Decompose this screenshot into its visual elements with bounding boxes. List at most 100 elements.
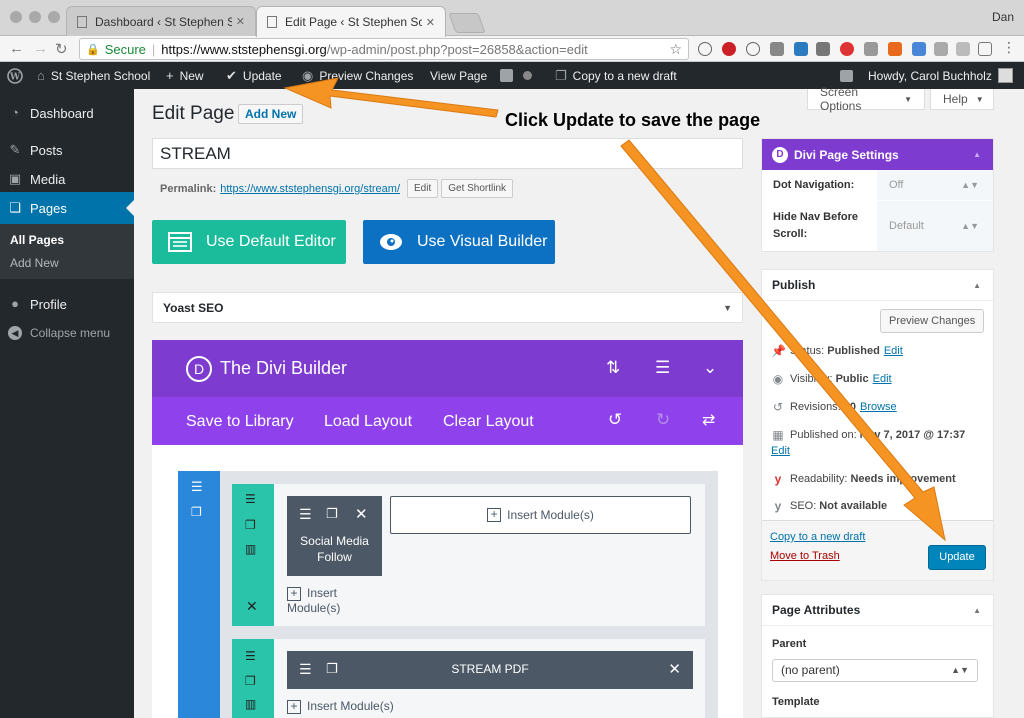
- yoast-icon[interactable]: [500, 62, 513, 89]
- admin-bar-preview[interactable]: ◉ Preview Changes: [302, 62, 413, 89]
- collapse-toggle-icon[interactable]: ▲: [973, 281, 981, 290]
- tab-edit-page[interactable]: Edit Page ‹ St Stephen School ✕: [256, 6, 446, 37]
- close-icon[interactable]: ✕: [426, 16, 435, 29]
- hide-nav-select[interactable]: Default ▲▼: [877, 201, 993, 251]
- chevron-down-icon[interactable]: ⌄: [703, 358, 717, 378]
- sidebar-item-media[interactable]: ▣ Media: [0, 163, 134, 195]
- page-attributes-header[interactable]: Page Attributes ▲: [762, 595, 993, 626]
- update-button[interactable]: Update: [928, 545, 986, 570]
- menu-icon[interactable]: ⋮: [1002, 39, 1016, 55]
- module-stream-pdf[interactable]: ☰ ❐ STREAM PDF ✕: [287, 651, 693, 689]
- insert-modules-button[interactable]: + Insert Module(s): [390, 496, 691, 534]
- hamburger-icon[interactable]: ☰: [191, 479, 203, 495]
- columns-icon[interactable]: ▥: [245, 697, 256, 711]
- undo-icon[interactable]: ↺: [608, 410, 622, 430]
- duplicate-icon[interactable]: ❐: [191, 505, 202, 519]
- extension-icon[interactable]: [912, 42, 926, 56]
- collapse-toggle-icon[interactable]: ▲: [973, 606, 981, 615]
- browse-revisions-link[interactable]: Browse: [860, 401, 897, 413]
- sidebar-item-posts[interactable]: ✎ Posts: [0, 134, 134, 166]
- collapse-menu[interactable]: ◀ Collapse menu: [8, 326, 110, 340]
- forward-icon[interactable]: →: [33, 40, 48, 57]
- hamburger-icon[interactable]: ☰: [299, 506, 312, 523]
- preview-changes-button[interactable]: Preview Changes: [880, 309, 985, 333]
- adblock-icon[interactable]: [840, 42, 854, 56]
- duplicate-icon[interactable]: ❐: [326, 506, 338, 522]
- screen-options-button[interactable]: Screen Options ▼: [807, 85, 925, 113]
- caret-down-icon[interactable]: ▼: [723, 303, 732, 313]
- delete-icon[interactable]: ✕: [246, 598, 258, 615]
- permalink-link[interactable]: https://www.ststephensgi.org/stream/: [220, 183, 400, 195]
- sidebar-item-dashboard[interactable]: ◔ Dashboard: [0, 97, 134, 129]
- back-icon[interactable]: ←: [9, 40, 24, 57]
- tab-dashboard[interactable]: Dashboard ‹ St Stephen School ✕: [66, 6, 256, 36]
- add-new-button[interactable]: Add New: [238, 104, 304, 124]
- hamburger-icon[interactable]: ☰: [245, 649, 256, 663]
- help-button[interactable]: Help ▼: [930, 89, 994, 110]
- close-icon[interactable]: ✕: [236, 15, 245, 28]
- admin-bar-view-page[interactable]: View Page: [430, 62, 487, 89]
- sidebar-item-profile[interactable]: ● Profile: [0, 288, 134, 320]
- publish-header[interactable]: Publish ▲: [762, 270, 993, 301]
- extension-icon[interactable]: [698, 42, 712, 56]
- post-title-input[interactable]: STREAM: [152, 138, 743, 169]
- columns-icon[interactable]: ▥: [245, 542, 256, 556]
- extension-icon[interactable]: [888, 42, 902, 56]
- browser-profile-name[interactable]: Dan: [992, 10, 1014, 24]
- edit-status-link[interactable]: Edit: [884, 345, 903, 357]
- insert-module-button[interactable]: + Insert Module(s): [287, 699, 394, 714]
- copy-to-draft-link[interactable]: Copy to a new draft: [770, 531, 865, 543]
- yoast-seo-metabox[interactable]: Yoast SEO ▼: [152, 292, 743, 323]
- submenu-all-pages[interactable]: All Pages: [10, 233, 64, 247]
- new-tab-button[interactable]: [448, 13, 486, 33]
- bookmark-star-icon[interactable]: ☆: [669, 41, 682, 58]
- window-zoom-button[interactable]: [48, 11, 60, 23]
- divi-settings-header[interactable]: D Divi Page Settings ▲: [762, 139, 993, 170]
- sidebar-item-pages[interactable]: ❏ Pages: [0, 192, 134, 224]
- admin-bar-site[interactable]: ⌂ St Stephen School: [37, 62, 150, 89]
- extension-icon[interactable]: [978, 42, 992, 56]
- use-visual-builder-button[interactable]: Use Visual Builder: [363, 220, 555, 264]
- extension-icon[interactable]: [864, 42, 878, 56]
- extension-icon[interactable]: [794, 42, 808, 56]
- eye-icon: ◉: [302, 67, 314, 83]
- hamburger-icon[interactable]: ☰: [245, 492, 256, 506]
- window-minimize-button[interactable]: [29, 11, 41, 23]
- url-input[interactable]: 🔒 Secure | https://www.ststephensgi.org …: [79, 38, 689, 60]
- parent-select[interactable]: (no parent) ▲▼: [772, 659, 978, 682]
- edit-published-date-link[interactable]: Edit: [771, 445, 790, 457]
- extension-icon[interactable]: [816, 42, 830, 56]
- history-icon[interactable]: ⇄: [702, 410, 715, 430]
- use-default-editor-button[interactable]: Use Default Editor: [152, 220, 346, 264]
- collapse-toggle-icon[interactable]: ▲: [973, 150, 981, 159]
- extension-icon[interactable]: [746, 42, 760, 56]
- extension-icon[interactable]: [956, 42, 970, 56]
- admin-bar-copy-draft[interactable]: ❐ Copy to a new draft: [555, 62, 677, 89]
- window-close-button[interactable]: [10, 11, 22, 23]
- save-to-library-button[interactable]: Save to Library: [186, 413, 294, 431]
- move-to-trash-link[interactable]: Move to Trash: [770, 550, 840, 562]
- sort-icon[interactable]: ⇅: [606, 358, 620, 378]
- hamburger-icon[interactable]: ☰: [655, 358, 670, 378]
- reload-icon[interactable]: ↻: [55, 40, 68, 58]
- wordpress-logo-icon[interactable]: W: [7, 62, 23, 89]
- admin-bar-update[interactable]: ✔ Update: [226, 62, 282, 89]
- load-layout-button[interactable]: Load Layout: [324, 413, 412, 431]
- delete-icon[interactable]: ✕: [355, 505, 368, 523]
- redo-icon[interactable]: ↻: [656, 410, 670, 430]
- duplicate-icon[interactable]: ❐: [245, 518, 256, 532]
- submenu-add-new[interactable]: Add New: [10, 256, 59, 270]
- extension-icon[interactable]: [934, 42, 948, 56]
- module-social-media-follow[interactable]: ☰ ❐ ✕ Social Media Follow: [287, 496, 382, 576]
- permalink-edit-button[interactable]: Edit: [407, 179, 439, 198]
- dot-navigation-select[interactable]: Off ▲▼: [877, 170, 993, 200]
- insert-module-button[interactable]: + Insert Module(s): [287, 586, 340, 615]
- get-shortlink-button[interactable]: Get Shortlink: [441, 179, 514, 198]
- pinterest-icon[interactable]: [722, 42, 736, 56]
- delete-icon[interactable]: ✕: [668, 660, 681, 678]
- clear-layout-button[interactable]: Clear Layout: [443, 413, 534, 431]
- edit-visibility-link[interactable]: Edit: [873, 373, 892, 385]
- pocket-icon[interactable]: [770, 42, 784, 56]
- duplicate-icon[interactable]: ❐: [245, 674, 256, 688]
- admin-bar-new[interactable]: + New: [166, 62, 204, 89]
